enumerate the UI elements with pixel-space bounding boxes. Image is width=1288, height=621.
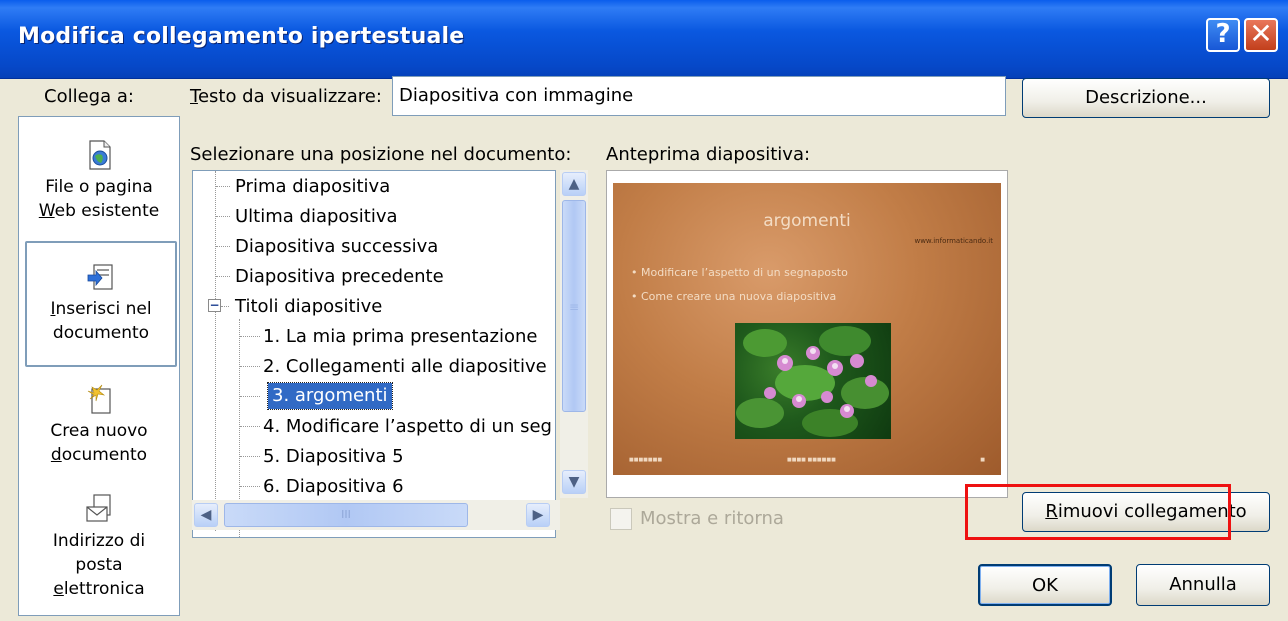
tree-node[interactable]: 2. Collegamenti alle diapositive [263,353,547,381]
display-text-label: Testo da visualizzare: [190,86,382,107]
hyperlink-dialog: Modifica collegamento ipertestuale ? ✕ C… [0,0,1288,621]
description-button[interactable]: Descrizione... [1022,78,1270,118]
slide-thumbnail: argomenti www.informaticando.it • Modifi… [613,183,1001,475]
nav-item-email-accel: e [53,579,64,599]
slide-footer-right: ■ [980,457,985,463]
scroll-up-icon[interactable]: ▲ [562,172,586,196]
tree-node[interactable]: Ultima diapositiva [235,203,398,231]
tree-horizontal-scrollbar[interactable]: ◀ III ▶ [192,500,560,530]
slide-preview-label: Anteprima diapositiva: [606,144,811,165]
nav-item-place-in-document[interactable]: Inserisci nel documento [25,241,177,367]
web-page-icon [84,139,114,171]
slide-bullet: Modificare l’aspetto di un segnaposto [641,266,848,279]
tree-node[interactable]: Diapositiva successiva [235,233,438,261]
slide-bullet: Come creare una nuova diapositiva [641,290,837,303]
tree-branch [221,306,229,307]
nav-item-email-line2: posta [75,555,123,575]
tree-branch [240,456,260,457]
tree-node[interactable]: 6. Diapositiva 6 [263,473,404,501]
dialog-title: Modifica collegamento ipertestuale [18,24,465,49]
display-text-label-text: esto da visualizzare: [197,86,382,107]
display-text-accel: T [190,86,198,107]
slide-footer-left: ■■■■■■■ [629,457,663,463]
tree-branch [216,276,230,277]
link-to-panel: File o pagina Web esistente Inserisci ne… [18,116,180,616]
nav-item-new-document-accel: d [50,445,62,465]
scroll-down-icon[interactable]: ▼ [562,470,586,494]
scroll-right-icon[interactable]: ▶ [526,503,550,527]
close-button[interactable]: ✕ [1244,18,1278,52]
position-tree[interactable]: Prima diapositiva Ultima diapositiva Dia… [192,170,556,538]
help-button[interactable]: ? [1206,18,1240,52]
tree-branch [240,486,260,487]
slide-url: www.informaticando.it [914,237,993,245]
slide-title: argomenti [763,211,851,231]
slide-footer-center: ■■■■ ■■■■■■ [787,457,836,463]
tree-branch [216,216,230,217]
collapse-toggle-icon[interactable]: − [208,299,221,312]
nav-item-new-document-line2: ocumento [61,445,148,465]
nav-item-email-address[interactable]: Indirizzo di posta elettronica [25,493,173,609]
place-in-document-icon [86,261,116,293]
nav-item-existing-file-line1: File o pagina [45,177,153,197]
show-and-return-checkbox[interactable] [610,508,632,530]
tree-node-slide-titles[interactable]: Titoli diapositive [235,293,382,321]
nav-item-new-document[interactable]: Crea nuovo documento [25,383,173,483]
tree-branch [240,396,260,397]
nav-item-existing-file[interactable]: File o pagina Web esistente [25,139,173,239]
display-text-input[interactable]: Diapositiva con immagine [392,76,1006,116]
tree-node[interactable]: 1. La mia prima presentazione [263,323,537,351]
nav-item-place-line2: documento [52,323,150,343]
nav-item-email-line1: Indirizzo di [52,531,146,551]
tree-node[interactable]: Diapositiva precedente [235,263,444,291]
tree-node[interactable]: Prima diapositiva [235,173,390,201]
slide-bullet-list: • Modificare l’aspetto di un segnaposto … [631,266,848,303]
title-bar[interactable]: Modifica collegamento ipertestuale ? ✕ [0,0,1288,79]
tree-node[interactable]: 4. Modificare l’aspetto di un seg [263,413,552,441]
ok-button[interactable]: OK [978,564,1112,606]
tree-vertical-scrollbar[interactable]: ▲ ≡ ▼ [560,170,588,498]
tree-branch [240,366,260,367]
tree-node-selected[interactable]: 3. argomenti [267,382,393,410]
tree-connector [215,171,216,531]
scroll-left-icon[interactable]: ◀ [194,503,218,527]
tree-node[interactable]: 5. Diapositiva 5 [263,443,404,471]
tree-branch [216,246,230,247]
new-document-icon [84,383,114,415]
slide-photo-water-lilies [735,323,891,439]
nav-item-email-line3: lettronica [63,579,145,599]
tree-branch [216,186,230,187]
tree-branch [240,426,260,427]
tree-branch [240,336,260,337]
nav-item-existing-file-accel: W [38,201,55,221]
select-position-label: Selezionare una posizione nel documento: [190,144,572,165]
horizontal-scroll-thumb[interactable]: III [224,503,468,527]
nav-item-place-line1: nserisci nel [55,299,152,319]
nav-item-new-document-line1: Crea nuovo [50,421,148,441]
email-address-icon [84,493,114,525]
slide-preview: argomenti www.informaticando.it • Modifi… [606,170,1008,498]
show-and-return-label: Mostra e ritorna [640,508,784,529]
nav-item-existing-file-line2: eb esistente [54,201,160,221]
highlight-rectangle [965,484,1231,540]
link-to-label: Collega a: [44,86,134,107]
vertical-scroll-thumb[interactable]: ≡ [562,200,586,412]
cancel-button[interactable]: Annulla [1136,564,1270,606]
